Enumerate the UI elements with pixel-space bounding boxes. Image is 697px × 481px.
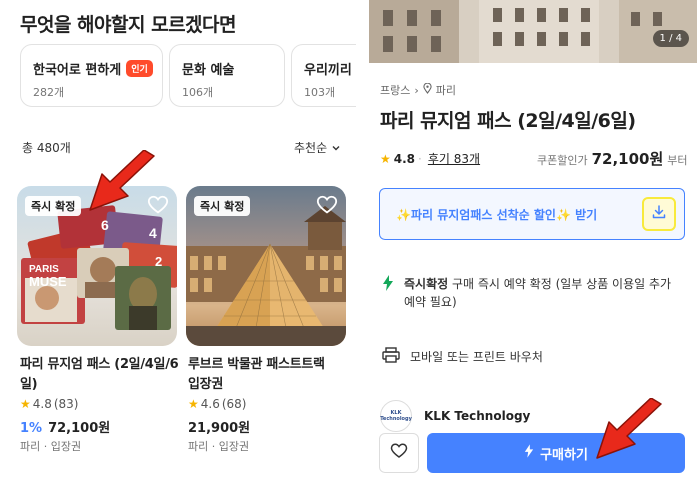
product-location: 파리 · 입장권 <box>20 440 82 453</box>
coupon-banner-text: ✨파리 뮤지엄패스 선착순 할인✨ 받기 <box>396 208 598 222</box>
category-count: 106개 <box>182 86 214 99</box>
category-culture-art[interactable]: 문화 예술 106개 <box>169 44 285 107</box>
vendor-info[interactable]: KLK Technology KLK Technology <box>380 400 530 432</box>
instant-confirm-feature: 즉시확정 구매 즉시 예약 확정 (일부 상품 이용일 추가 예약 필요) <box>382 275 682 311</box>
product-rating: ★ 4.8 (83) <box>20 397 79 411</box>
product-price: 21,900원 <box>188 417 250 436</box>
breadcrumb-city[interactable]: 파리 <box>436 82 456 98</box>
total-count: 총 480개 <box>22 141 71 155</box>
category-name: 우리끼리 <box>304 63 352 78</box>
star-icon: ★ <box>188 397 199 411</box>
review-count: (68) <box>221 397 247 411</box>
product-rating: ★ 4.6 (68) <box>188 397 247 411</box>
rating-value: 4.6 <box>200 397 220 411</box>
product-image-louvre[interactable]: 즉시 확정 <box>186 186 346 346</box>
right-panel: 1 / 4 프랑스 › 파리 파리 뮤지엄 패스 (2일/4일/6일) ★ 4.… <box>369 0 697 481</box>
rating-value: 4.8 <box>393 151 416 166</box>
review-count: (83) <box>53 397 79 411</box>
location-pin-icon <box>423 82 432 97</box>
star-icon: ★ <box>20 397 31 411</box>
heart-outline-icon[interactable] <box>316 194 338 216</box>
lightning-icon <box>524 444 534 462</box>
chevron-right-icon: › <box>414 83 419 97</box>
price-value: 72,100원 <box>48 421 111 436</box>
product-price: 1% 72,100원 <box>20 417 110 436</box>
buy-button-label: 구매하기 <box>540 447 588 463</box>
product-location: 파리 · 입장권 <box>188 440 250 453</box>
coupon-banner[interactable]: ✨파리 뮤지엄패스 선착순 할인✨ 받기 <box>379 188 685 240</box>
chevron-down-icon <box>331 142 341 156</box>
category-count: 103개 <box>304 86 336 99</box>
card-text-2: 2 <box>155 254 162 269</box>
category-count: 282개 <box>33 86 65 99</box>
heart-outline-icon[interactable] <box>147 194 169 216</box>
price-from-label: 부터 <box>667 154 688 167</box>
lightning-icon <box>382 275 394 311</box>
hero-image[interactable]: 1 / 4 <box>369 0 697 63</box>
instant-confirm-title: 즉시확정 <box>404 277 449 291</box>
breadcrumb: 프랑스 › 파리 <box>380 82 456 98</box>
star-icon: ★ <box>380 151 391 166</box>
product-rating: ★ 4.8 · 후기 83개 <box>380 150 481 167</box>
paris-street-illustration <box>369 0 697 63</box>
category-name: 한국어로 편하게 <box>33 63 122 78</box>
discount-rate: 1% <box>20 421 43 436</box>
card-text-6: 6 <box>101 217 109 233</box>
left-panel: 무엇을 해야할지 모르겠다면 한국어로 편하게 인기 282개 문화 예술 106… <box>0 0 356 481</box>
buy-button[interactable]: 구매하기 <box>427 433 685 473</box>
coupon-price-value: 72,100원 <box>591 150 664 168</box>
coupon-price: 쿠폰할인가 72,100원 부터 <box>537 148 688 169</box>
image-page-indicator: 1 / 4 <box>652 30 689 47</box>
sort-dropdown[interactable]: 추천순 <box>294 139 341 156</box>
section-heading: 무엇을 해야할지 모르겠다면 <box>20 14 237 36</box>
voucher-feature: 모바일 또는 프린트 바우처 <box>382 347 543 366</box>
category-name: 문화 예술 <box>182 63 235 78</box>
price-value: 21,900원 <box>188 421 251 436</box>
coupon-price-label: 쿠폰할인가 <box>537 154 588 167</box>
wishlist-button[interactable] <box>379 433 419 473</box>
instant-confirm-tag: 즉시 확정 <box>25 196 82 216</box>
vendor-name: KLK Technology <box>424 409 531 423</box>
heart-icon <box>390 442 408 464</box>
instant-confirm-tag: 즉시 확정 <box>194 196 251 216</box>
coupon-download-button[interactable] <box>642 197 676 231</box>
category-ourselves[interactable]: 우리끼리 103개 <box>291 44 356 107</box>
vendor-logo: KLK Technology <box>380 400 412 432</box>
voucher-text: 모바일 또는 프린트 바우처 <box>410 350 543 364</box>
hot-badge: 인기 <box>126 60 153 77</box>
category-korean[interactable]: 한국어로 편하게 인기 282개 <box>20 44 163 107</box>
product-image-museum-pass[interactable]: PARIS MUSE 6 4 2 즉시 확정 <box>17 186 177 346</box>
rating-value: 4.8 <box>32 397 52 411</box>
breadcrumb-country[interactable]: 프랑스 <box>380 82 410 98</box>
product-title[interactable]: 루브르 박물관 패스트트랙 입장권 <box>188 355 338 395</box>
sort-label: 추천순 <box>294 141 328 155</box>
card-text-muse: MUSE <box>29 274 67 289</box>
printer-icon <box>382 347 400 366</box>
product-title: 파리 뮤지엄 패스 (2일/4일/6일) <box>380 110 636 132</box>
product-title[interactable]: 파리 뮤지엄 패스 (2일/4일/6일) <box>20 355 180 395</box>
download-icon <box>651 204 667 224</box>
reviews-link[interactable]: 후기 83개 <box>428 150 480 167</box>
card-text-4: 4 <box>149 225 157 241</box>
